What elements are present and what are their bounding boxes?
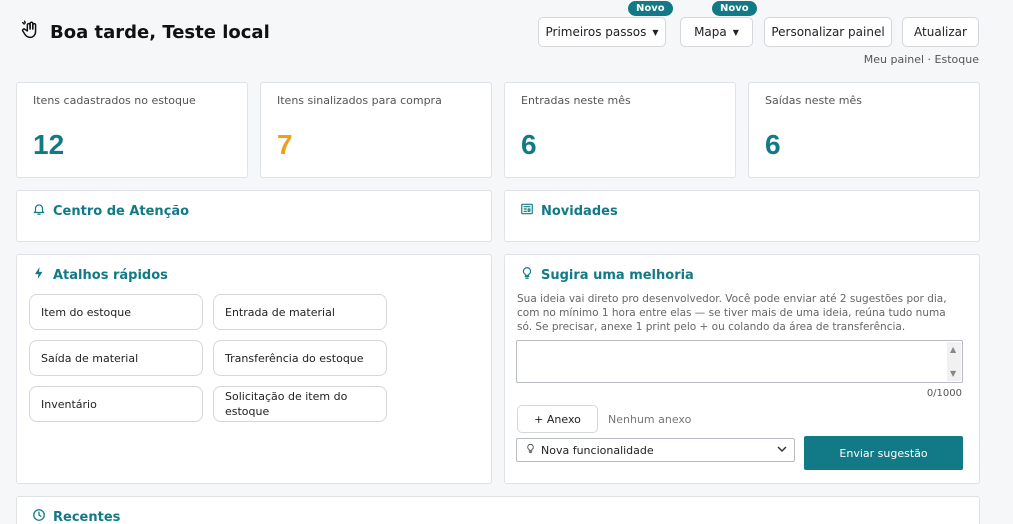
caret-down-icon: ▼	[732, 27, 739, 37]
attention-center-label: Centro de Atenção	[53, 203, 190, 219]
stat-label: Itens sinalizados para compra	[277, 94, 442, 107]
shortcuts-label: Atalhos rápidos	[53, 267, 168, 283]
shortcut-solicitacao-item[interactable]: Solicitação de item do estoque	[213, 386, 387, 422]
personalizar-painel-button[interactable]: Personalizar painel	[764, 17, 892, 47]
attention-center-panel: Centro de Atenção	[16, 190, 492, 242]
suggestion-type-value: Nova funcionalidade	[541, 443, 654, 457]
greeting-text: Boa tarde, Teste local	[50, 22, 270, 43]
atualizar-button[interactable]: Atualizar	[902, 17, 979, 47]
bell-icon	[32, 202, 46, 220]
shortcut-item-estoque[interactable]: Item do estoque	[29, 294, 203, 330]
waving-hand-icon	[20, 19, 42, 46]
caret-down-icon: ▼	[652, 27, 659, 37]
shortcut-inventario[interactable]: Inventário	[29, 386, 203, 422]
shortcuts-title: Atalhos rápidos	[32, 266, 168, 284]
mapa-label: Mapa	[694, 25, 727, 39]
shortcut-saida-material[interactable]: Saída de material	[29, 340, 203, 376]
stat-value: 12	[33, 129, 65, 160]
new-badge-primeiros-passos: Novo	[628, 1, 673, 16]
breadcrumb: Meu painel · Estoque	[863, 53, 979, 66]
suggestion-hint: Sua ideia vai direto pro desenvolvedor. …	[517, 293, 947, 333]
lightning-icon	[32, 266, 46, 284]
news-panel: Novidades	[504, 190, 980, 242]
newspaper-icon	[520, 202, 534, 220]
mapa-button[interactable]: Mapa ▼	[680, 17, 753, 47]
character-counter: 0/1000	[926, 388, 962, 399]
stat-card-entradas: Entradas neste mês 6	[504, 82, 736, 178]
new-badge-mapa: Novo	[712, 1, 757, 16]
recent-title: Recentes	[32, 508, 120, 524]
attention-center-title: Centro de Atenção	[32, 202, 189, 220]
page-title: Boa tarde, Teste local	[20, 19, 270, 46]
add-attachment-button[interactable]: + Anexo	[517, 405, 598, 433]
primeiros-passos-button[interactable]: Primeiros passos ▼	[538, 17, 666, 47]
recent-panel: Recentes	[16, 496, 980, 524]
no-attachment-text: Nenhum anexo	[608, 413, 692, 426]
stat-card-saidas: Saídas neste mês 6	[748, 82, 980, 178]
stat-value: 6	[521, 129, 537, 160]
lightbulb-icon	[525, 443, 536, 457]
textarea-scrollbar[interactable]: ▲ ▼	[947, 342, 961, 381]
news-title: Novidades	[520, 202, 618, 220]
shortcut-transferencia-estoque[interactable]: Transferência do estoque	[213, 340, 387, 376]
suggestion-type-select[interactable]: Nova funcionalidade	[516, 438, 795, 462]
stat-card-itens-cadastrados: Itens cadastrados no estoque 12	[16, 82, 248, 178]
scroll-up-icon[interactable]: ▲	[950, 345, 956, 354]
stat-label: Saídas neste mês	[765, 94, 862, 107]
clock-icon	[32, 508, 46, 524]
shortcut-entrada-material[interactable]: Entrada de material	[213, 294, 387, 330]
stat-label: Entradas neste mês	[521, 94, 631, 107]
suggestion-label: Sugira uma melhoria	[541, 267, 694, 283]
suggestion-textarea[interactable]: ▲ ▼	[516, 340, 963, 383]
stat-label: Itens cadastrados no estoque	[33, 94, 196, 107]
shortcuts-panel: Atalhos rápidos Item do estoque Entrada …	[16, 254, 492, 484]
send-suggestion-button[interactable]: Enviar sugestão	[804, 436, 963, 470]
scroll-down-icon[interactable]: ▼	[950, 369, 956, 378]
suggestion-panel: Sugira uma melhoria Sua ideia vai direto…	[504, 254, 980, 484]
stat-value: 7	[277, 129, 293, 160]
lightbulb-icon	[520, 266, 534, 284]
primeiros-passos-label: Primeiros passos	[545, 25, 647, 39]
stat-value: 6	[765, 129, 781, 160]
news-label: Novidades	[541, 203, 618, 219]
suggestion-title: Sugira uma melhoria	[520, 266, 694, 284]
chevron-down-icon	[776, 443, 788, 458]
recent-label: Recentes	[53, 509, 121, 524]
stat-card-itens-sinalizados: Itens sinalizados para compra 7	[260, 82, 492, 178]
